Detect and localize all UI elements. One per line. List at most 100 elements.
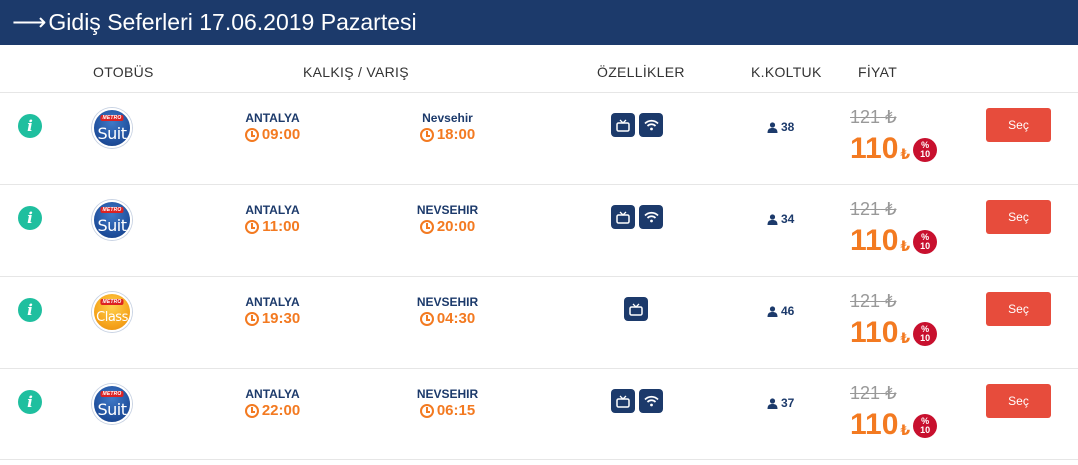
col-bus: OTOBÜS (93, 64, 154, 80)
seat-count: 46 (767, 304, 794, 318)
arrival-time: 20:00 (400, 218, 495, 235)
seat-count-value: 46 (781, 304, 795, 318)
brand-label: METRO (100, 115, 124, 121)
new-price: 110 ₺ % 10 (850, 128, 938, 170)
old-price-value: 121 (850, 291, 881, 311)
trip-row: i METRO Class ANTALYA 19:30 NEVSEHIR 04:… (0, 276, 1078, 368)
departure: ANTALYA 11:00 (230, 202, 315, 235)
features-list (624, 297, 648, 321)
discount-value: 10 (920, 241, 931, 251)
clock-icon (419, 311, 434, 326)
old-price: 121 ₺ (850, 106, 937, 128)
arrival-city: Nevsehir (422, 111, 473, 125)
departure-time: 22:00 (230, 402, 315, 419)
arrival-time: 18:00 (400, 126, 495, 143)
col-seats: K.KOLTUK (751, 64, 822, 80)
col-price: FİYAT (858, 64, 898, 80)
departure-city: ANTALYA (245, 387, 300, 401)
currency-icon: ₺ (885, 291, 897, 311)
old-price-value: 121 (850, 107, 881, 127)
select-button[interactable]: Seç (986, 108, 1051, 142)
arrival-city: NEVSEHIR (416, 387, 479, 401)
brand-label: METRO (100, 207, 124, 213)
select-button[interactable]: Seç (986, 292, 1051, 326)
old-price: 121 ₺ (850, 290, 937, 312)
clock-icon (419, 127, 434, 142)
new-price: 110 ₺ % 10 (850, 220, 938, 262)
departure-time: 09:00 (230, 126, 315, 143)
person-icon (767, 213, 778, 225)
departure-time-value: 19:30 (261, 310, 301, 327)
wifi-icon (639, 205, 663, 229)
arrival-time-value: 18:00 (436, 126, 476, 143)
price-block: 121 ₺ 110 ₺ % 10 (850, 290, 938, 354)
departure-time-value: 22:00 (261, 402, 301, 419)
tv-icon (611, 113, 635, 137)
bus-class-label: Class (96, 310, 128, 325)
new-price-value: 110 (850, 132, 899, 165)
arrival-time-value: 06:15 (436, 402, 476, 419)
bus-logo: METRO Suit (92, 384, 132, 424)
currency-icon: ₺ (885, 199, 897, 219)
seat-count-value: 37 (781, 396, 795, 410)
old-price-value: 121 (850, 383, 881, 403)
clock-icon (244, 311, 259, 326)
arrival: Nevsehir 18:00 (400, 110, 495, 143)
info-icon[interactable]: i (18, 298, 42, 322)
person-icon (767, 121, 778, 133)
brand-label: METRO (100, 391, 124, 397)
trip-row: i METRO Suit ANTALYA 11:00 NEVSEHIR 20:0… (0, 184, 1078, 276)
departure-city: ANTALYA (245, 295, 300, 309)
discount-badge: % 10 (913, 138, 938, 162)
features-list (611, 113, 663, 137)
discount-badge: % 10 (913, 322, 938, 346)
features-list (611, 389, 663, 413)
arrival-time-value: 20:00 (436, 218, 476, 235)
departure-time-value: 11:00 (262, 218, 300, 235)
currency-icon: ₺ (900, 422, 911, 438)
person-icon (767, 397, 778, 409)
tv-icon (611, 205, 635, 229)
arrival: NEVSEHIR 04:30 (400, 294, 495, 327)
clock-icon (419, 219, 434, 234)
info-icon[interactable]: i (18, 206, 42, 230)
bus-logo: METRO Suit (92, 108, 132, 148)
departure-time-value: 09:00 (261, 126, 301, 143)
tv-icon (624, 297, 648, 321)
currency-icon: ₺ (885, 107, 897, 127)
clock-icon (245, 219, 260, 234)
old-price-value: 121 (850, 199, 881, 219)
clock-icon (244, 403, 259, 418)
discount-value: 10 (920, 333, 931, 343)
clock-icon (419, 403, 434, 418)
currency-icon: ₺ (885, 383, 897, 403)
info-icon[interactable]: i (18, 390, 42, 414)
bus-class-label: Suit (97, 400, 127, 419)
currency-icon: ₺ (900, 330, 911, 346)
new-price: 110 ₺ % 10 (850, 404, 938, 446)
wifi-icon (639, 113, 663, 137)
bus-class-label: Suit (97, 124, 127, 143)
arrival-city: NEVSEHIR (416, 203, 479, 217)
new-price-value: 110 (850, 408, 899, 441)
currency-icon: ₺ (900, 146, 911, 162)
price-block: 121 ₺ 110 ₺ % 10 (850, 106, 938, 170)
discount-badge: % 10 (913, 414, 938, 438)
arrival: NEVSEHIR 20:00 (400, 202, 495, 235)
select-button[interactable]: Seç (986, 384, 1051, 418)
discount-badge: % 10 (913, 230, 938, 254)
tv-icon (611, 389, 635, 413)
arrival-time: 06:15 (400, 402, 495, 419)
new-price: 110 ₺ % 10 (850, 312, 938, 354)
departure: ANTALYA 22:00 (230, 386, 315, 419)
person-icon (767, 305, 778, 317)
seat-count: 37 (767, 396, 794, 410)
old-price: 121 ₺ (850, 382, 937, 404)
info-icon[interactable]: i (18, 114, 42, 138)
price-block: 121 ₺ 110 ₺ % 10 (850, 382, 938, 446)
col-features: ÖZELLİKLER (597, 64, 685, 80)
select-button[interactable]: Seç (986, 200, 1051, 234)
seat-count-value: 34 (781, 212, 795, 226)
col-route: KALKIŞ / VARIŞ (303, 64, 409, 80)
wifi-icon (639, 389, 663, 413)
